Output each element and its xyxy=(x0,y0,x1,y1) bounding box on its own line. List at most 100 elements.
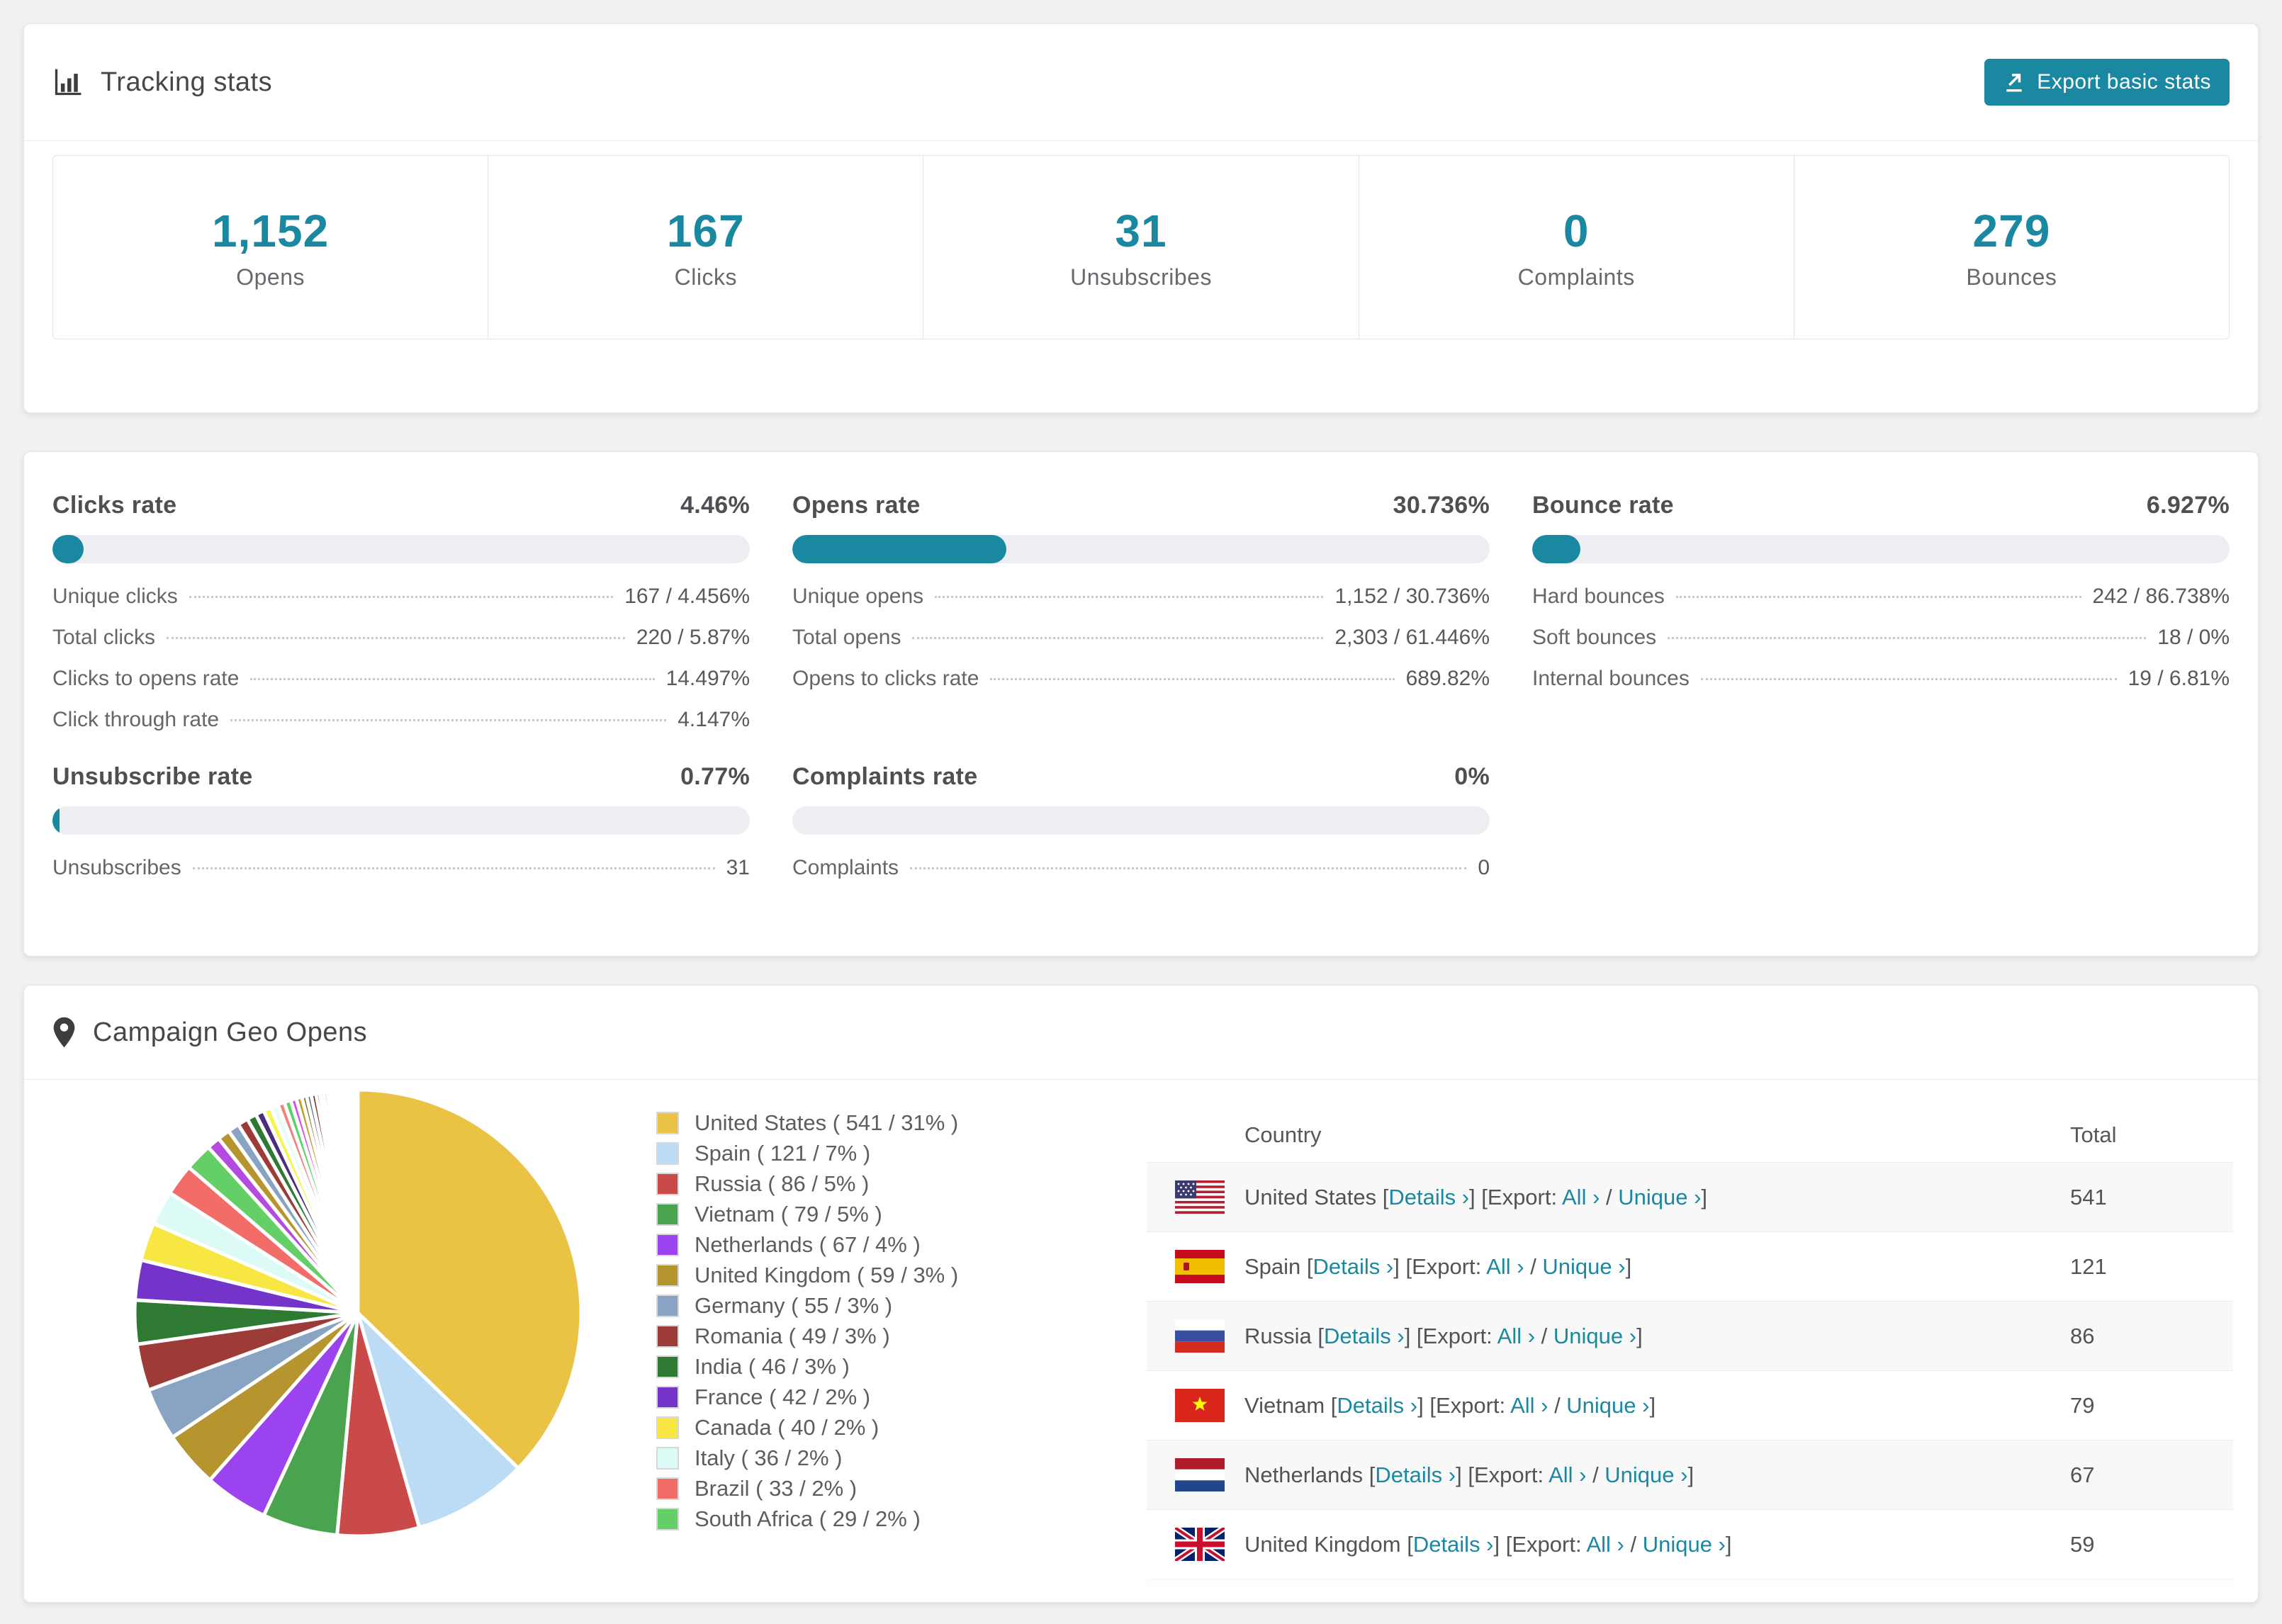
legend-label: Canada ( 40 / 2% ) xyxy=(695,1414,879,1440)
stat-line-value: 167 / 4.456% xyxy=(624,585,750,608)
rates-card: Clicks rate 4.46% Unique clicks 167 / 4.456… xyxy=(23,451,2259,957)
geo-total-vietnam: 79 xyxy=(2070,1392,2095,1418)
details-link-vietnam[interactable]: Details › xyxy=(1337,1393,1417,1418)
legend-label: South Africa ( 29 / 2% ) xyxy=(695,1506,921,1531)
export-all-link-russia[interactable]: All › xyxy=(1497,1324,1535,1348)
header-divider xyxy=(24,140,2258,141)
export-all-link-netherlands[interactable]: All › xyxy=(1548,1462,1586,1487)
bar-chart-icon xyxy=(52,67,84,98)
stat-line-value: 0 xyxy=(1478,856,1490,879)
country-name: Vietnam xyxy=(1244,1392,1331,1418)
legend-item-brazil[interactable]: Brazil ( 33 / 2% ) xyxy=(656,1473,958,1504)
bracket: [ xyxy=(1306,1253,1313,1279)
stat-value-complaints: 0 xyxy=(1563,205,1590,256)
export-label: Export: xyxy=(1473,1462,1549,1487)
rate-rows: Complaints 0 xyxy=(792,856,1490,897)
export-all-link-united-kingdom[interactable]: All › xyxy=(1586,1532,1624,1557)
bracket: [ xyxy=(1317,1323,1324,1348)
details-link-russia[interactable]: Details › xyxy=(1324,1324,1405,1348)
dotted-leader xyxy=(192,867,715,869)
dotted-leader xyxy=(910,867,1467,869)
stat-label-unsubscribes: Unsubscribes xyxy=(1070,264,1212,290)
stat-line-unique-opens: Unique opens 1,152 / 30.736% xyxy=(792,585,1490,626)
geo-table-row-germany: Germany [Details ›] [Export: All › / Uni… xyxy=(1147,1579,2233,1600)
country-name: United States xyxy=(1244,1184,1383,1209)
legend-item-france[interactable]: France ( 42 / 2% ) xyxy=(656,1382,958,1412)
slash-separator: / xyxy=(1548,1392,1567,1418)
export-all-link-united-states[interactable]: All › xyxy=(1562,1185,1600,1209)
details-link-united-states[interactable]: Details › xyxy=(1388,1185,1469,1209)
dotted-leader xyxy=(167,637,625,639)
legend-item-canada[interactable]: Canada ( 40 / 2% ) xyxy=(656,1412,958,1443)
rate-progress-clicks-rate xyxy=(52,535,750,563)
bracket: ] [ xyxy=(1493,1531,1512,1557)
dotted-leader xyxy=(935,596,1324,598)
bracket: ] [ xyxy=(1393,1253,1412,1279)
legend-item-italy[interactable]: Italy ( 36 / 2% ) xyxy=(656,1443,958,1473)
tracking-stats-header: Tracking stats Export basic stats xyxy=(24,24,2258,140)
details-link-united-kingdom[interactable]: Details › xyxy=(1413,1532,1494,1557)
rate-progress-fill xyxy=(52,535,84,563)
stat-label-opens: Opens xyxy=(236,264,305,290)
bracket: ] xyxy=(1701,1184,1708,1209)
stat-label-clicks: Clicks xyxy=(674,264,737,290)
country-name: Netherlands xyxy=(1244,1462,1369,1487)
geo-table-row-spain: Spain [Details ›] [Export: All › / Uniqu… xyxy=(1147,1231,2233,1301)
united-kingdom-flag-icon xyxy=(1173,1525,1227,1564)
stat-line-label: Total opens xyxy=(792,626,901,649)
dotted-leader xyxy=(250,678,655,680)
details-link-netherlands[interactable]: Details › xyxy=(1375,1462,1456,1487)
rate-progress-unsubscribe-rate xyxy=(52,806,750,835)
export-unique-link-russia[interactable]: Unique › xyxy=(1553,1324,1636,1348)
geo-country-cell: Vietnam [Details ›] [Export: All › / Uni… xyxy=(1244,1393,1656,1419)
slash-separator: / xyxy=(1586,1462,1605,1487)
export-unique-link-netherlands[interactable]: Unique › xyxy=(1604,1462,1687,1487)
legend-item-spain[interactable]: Spain ( 121 / 7% ) xyxy=(656,1138,958,1168)
rate-title-unsubscribe-rate: Unsubscribe rate xyxy=(52,763,253,790)
export-button-label: Export basic stats xyxy=(2037,70,2211,94)
legend-item-united-states[interactable]: United States ( 541 / 31% ) xyxy=(656,1107,958,1138)
rate-progress-fill xyxy=(52,806,60,835)
legend-item-germany[interactable]: Germany ( 55 / 3% ) xyxy=(656,1290,958,1321)
export-unique-link-united-states[interactable]: Unique › xyxy=(1618,1185,1701,1209)
legend-item-russia[interactable]: Russia ( 86 / 5% ) xyxy=(656,1168,958,1199)
legend-item-vietnam[interactable]: Vietnam ( 79 / 5% ) xyxy=(656,1199,958,1229)
pie-legend: United States ( 541 / 31% ) Spain ( 121 /… xyxy=(656,1107,958,1534)
bracket: ] [ xyxy=(1404,1323,1423,1348)
germany-flag-icon xyxy=(1175,1597,1225,1600)
rate-rows: Unique opens 1,152 / 30.736% Total opens 2,… xyxy=(792,585,1490,708)
legend-item-netherlands[interactable]: Netherlands ( 67 / 4% ) xyxy=(656,1229,958,1260)
dotted-leader xyxy=(912,637,1324,639)
dotted-leader xyxy=(1700,678,2117,680)
export-all-link-vietnam[interactable]: All › xyxy=(1510,1393,1548,1418)
details-link-spain[interactable]: Details › xyxy=(1313,1254,1394,1279)
rate-rows: Unique clicks 167 / 4.456% Total clicks 220… xyxy=(52,585,750,749)
export-label: Export: xyxy=(1412,1253,1487,1279)
export-label: Export: xyxy=(1435,1392,1511,1418)
legend-item-south-africa[interactable]: South Africa ( 29 / 2% ) xyxy=(656,1504,958,1534)
legend-item-india[interactable]: India ( 46 / 3% ) xyxy=(656,1351,958,1382)
legend-label: India ( 46 / 3% ) xyxy=(695,1353,850,1379)
stat-line-value: 689.82% xyxy=(1405,667,1490,690)
geo-table-row-netherlands: Netherlands [Details ›] [Export: All › /… xyxy=(1147,1440,2233,1509)
pie-slice-other-36 xyxy=(355,1088,360,1314)
export-unique-link-vietnam[interactable]: Unique › xyxy=(1566,1393,1649,1418)
legend-item-united-kingdom[interactable]: United Kingdom ( 59 / 3% ) xyxy=(656,1260,958,1290)
dotted-leader xyxy=(230,719,667,721)
export-all-link-spain[interactable]: All › xyxy=(1486,1254,1524,1279)
stat-box-unsubscribes: 31 Unsubscribes xyxy=(923,156,1359,339)
legend-label: Netherlands ( 67 / 4% ) xyxy=(695,1231,921,1257)
legend-item-romania[interactable]: Romania ( 49 / 3% ) xyxy=(656,1321,958,1351)
export-unique-link-spain[interactable]: Unique › xyxy=(1542,1254,1625,1279)
export-unique-link-united-kingdom[interactable]: Unique › xyxy=(1643,1532,1726,1557)
rate-progress-fill xyxy=(1532,535,1581,563)
stat-line-value: 14.497% xyxy=(665,667,750,690)
rate-panel-head: Bounce rate 6.927% xyxy=(1532,492,2230,519)
bracket: ] xyxy=(1725,1531,1732,1557)
dotted-leader xyxy=(1675,596,2081,598)
slash-separator: / xyxy=(1600,1184,1619,1209)
export-label: Export: xyxy=(1487,1184,1562,1209)
bracket: ] xyxy=(1649,1392,1656,1418)
export-basic-stats-button[interactable]: Export basic stats xyxy=(1984,59,2230,106)
legend-label: Romania ( 49 / 3% ) xyxy=(695,1323,890,1348)
